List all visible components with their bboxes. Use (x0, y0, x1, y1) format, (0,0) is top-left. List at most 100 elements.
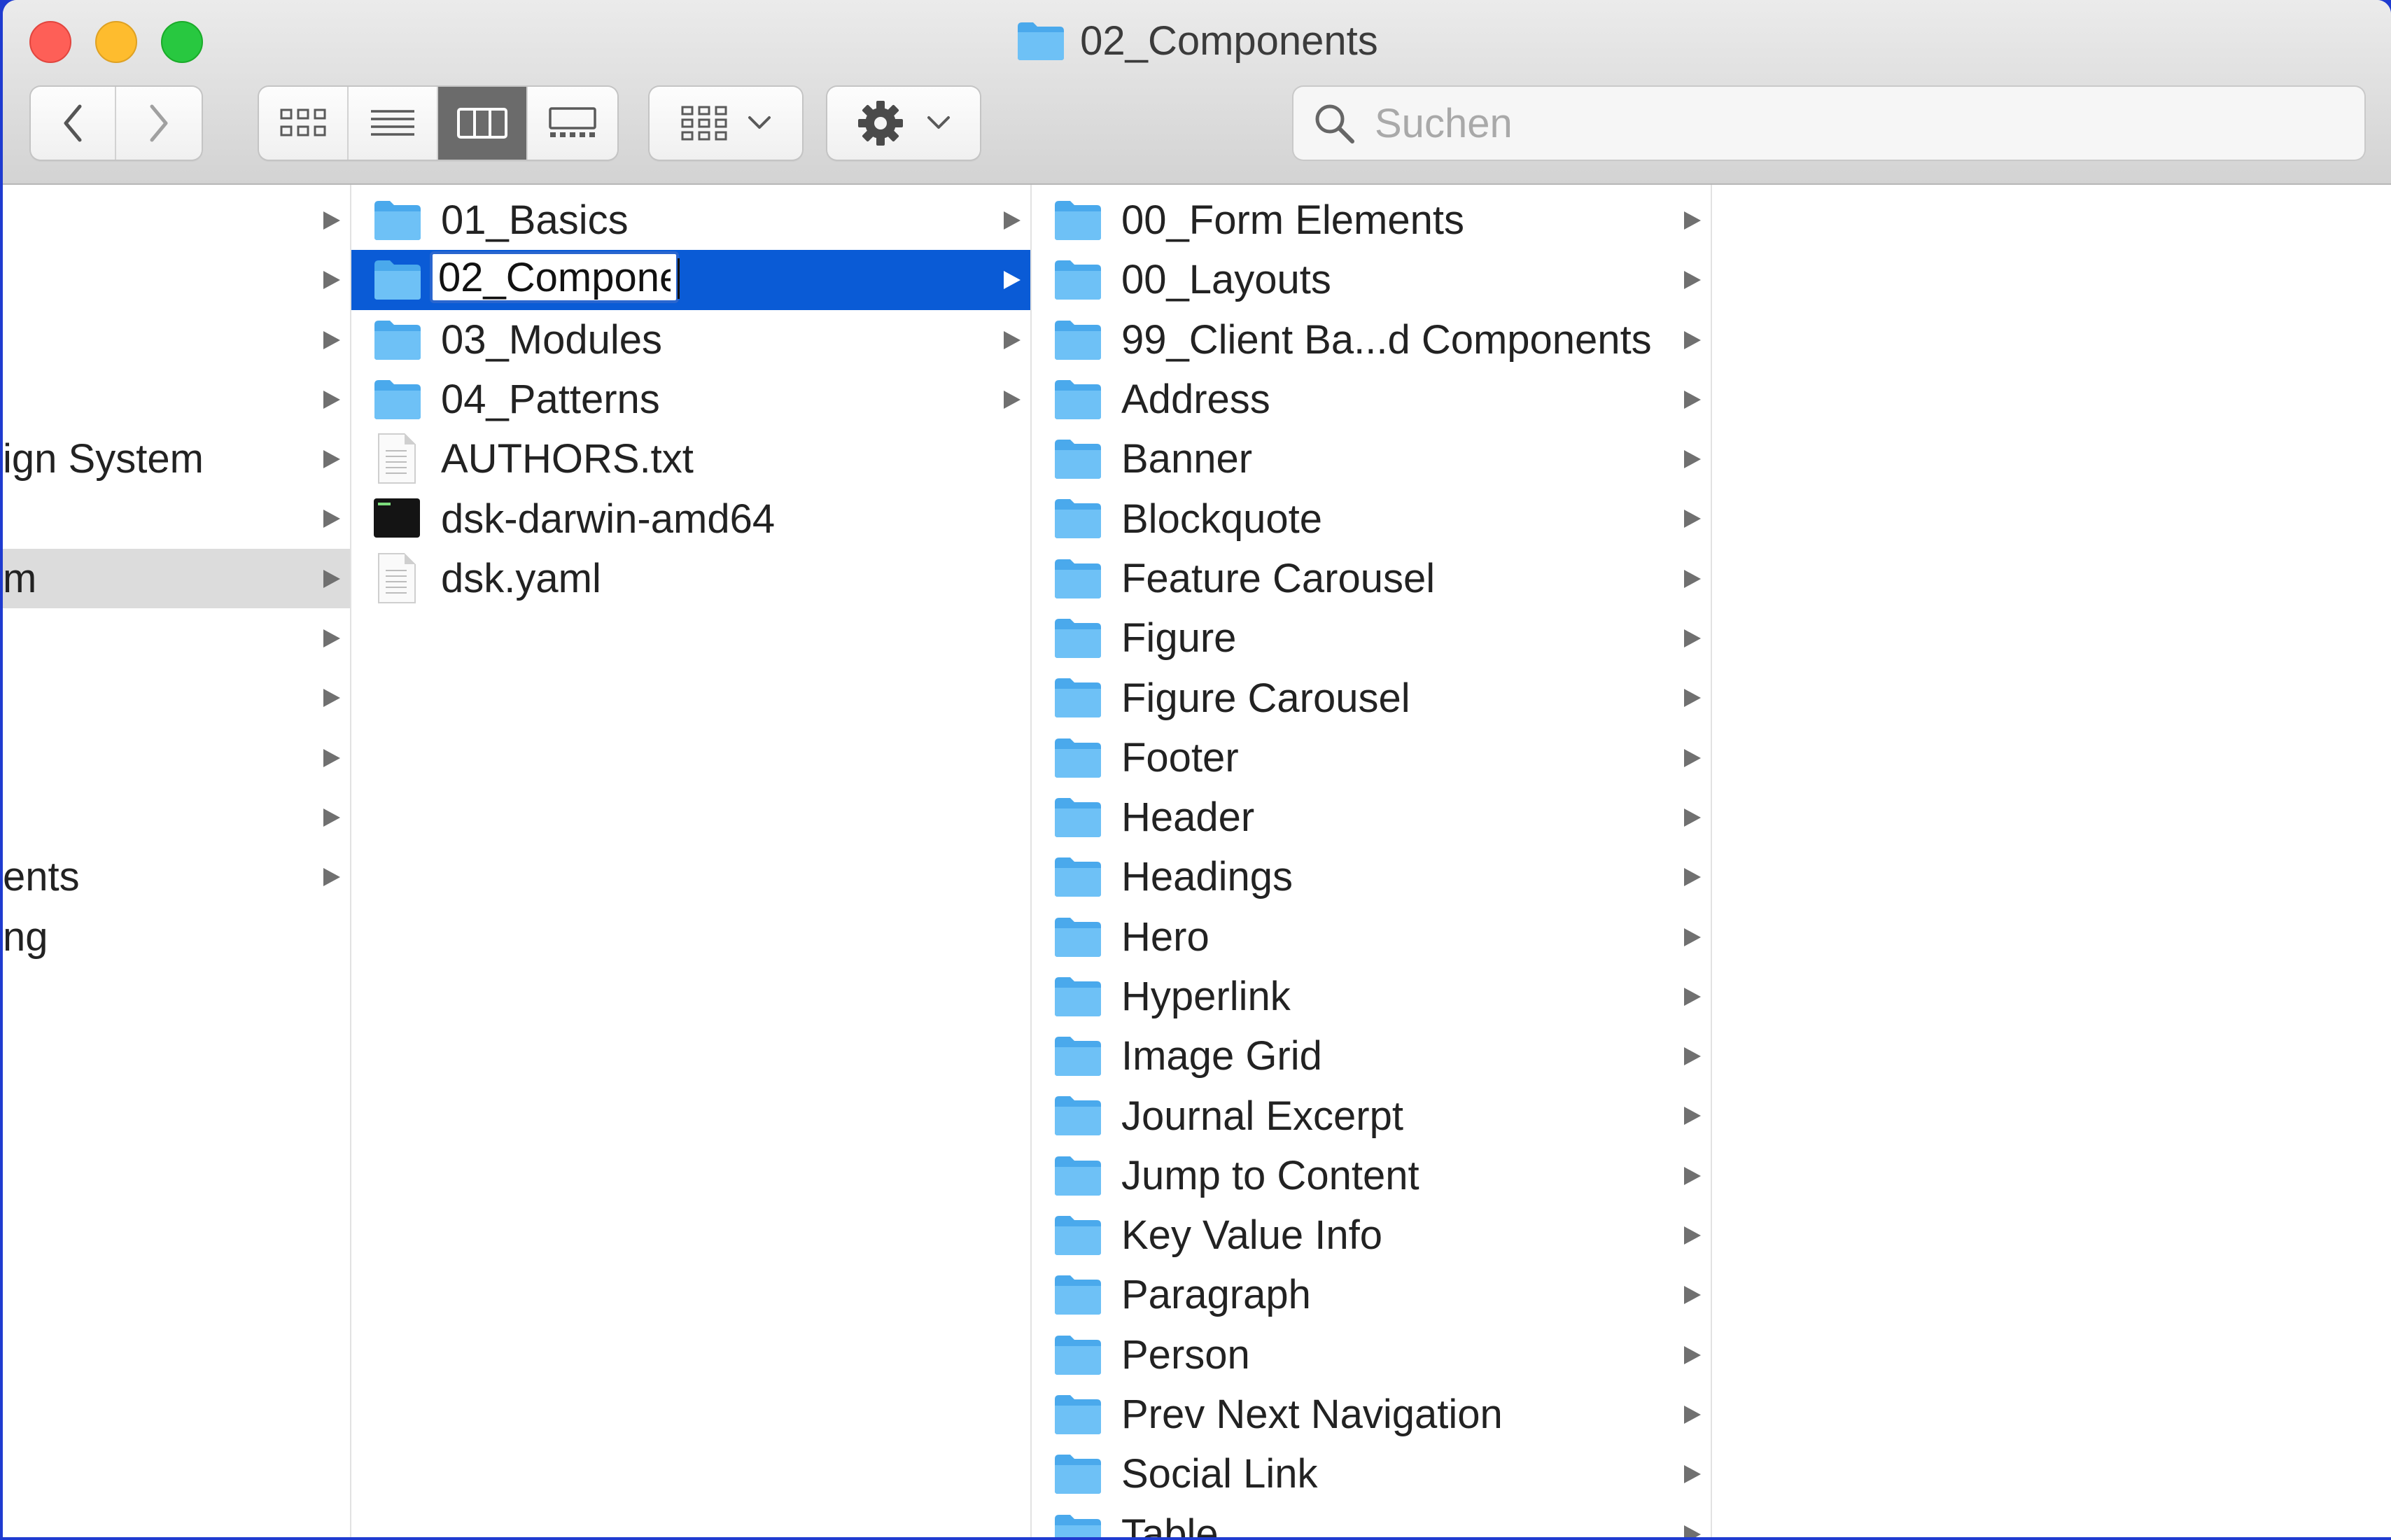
folder-item[interactable]: Paragraph (1032, 1265, 1711, 1324)
forward-button[interactable] (116, 87, 202, 160)
parent-list-item[interactable]: ng (3, 907, 350, 967)
folder-icon (1055, 1455, 1101, 1494)
folder-icon (1055, 1096, 1101, 1136)
disclosure-arrow-icon (1684, 868, 1701, 887)
folder-item[interactable]: Image Grid (1032, 1026, 1711, 1086)
column-current[interactable]: 01_Basics 03_Modules 04_Patterns AUTHORS.tx… (351, 185, 1032, 1537)
back-button[interactable] (31, 87, 116, 160)
item-label: Key Value Info (1121, 1212, 1382, 1259)
view-mode-buttons (259, 87, 617, 160)
item-label: Address (1121, 377, 1270, 423)
folder-item[interactable]: 03_Modules (351, 310, 1030, 370)
parent-list-item[interactable] (3, 250, 350, 309)
column-parent[interactable]: ign System m ents ng (3, 185, 351, 1537)
column-children[interactable]: 00_Form Elements 00_Layouts 99_Client Ba..… (1032, 185, 1712, 1537)
parent-list-item[interactable] (3, 608, 350, 668)
folder-item[interactable] (351, 250, 1030, 310)
column-empty[interactable] (1712, 185, 2391, 1537)
folder-item[interactable]: Prev Next Navigation (1032, 1385, 1711, 1444)
folder-item[interactable]: Header (1032, 788, 1711, 847)
folder-icon (374, 379, 421, 419)
folder-item[interactable]: Hero (1032, 907, 1711, 967)
folder-icon (1055, 1216, 1101, 1256)
folder-item[interactable]: Table (1032, 1504, 1711, 1537)
icon-view-button[interactable] (259, 87, 349, 160)
item-label: Hero (1121, 913, 1209, 960)
folder-item[interactable]: Footer (1032, 728, 1711, 788)
item-label: ng (3, 913, 48, 960)
folder-item[interactable]: Blockquote (1032, 489, 1711, 548)
chevron-left-icon (64, 104, 82, 142)
folder-item[interactable]: Jump to Content (1032, 1146, 1711, 1205)
parent-list-item[interactable]: ents (3, 847, 350, 906)
folder-item[interactable]: Figure (1032, 608, 1711, 668)
folder-item[interactable]: Key Value Info (1032, 1205, 1711, 1265)
disclosure-arrow-icon (323, 868, 340, 887)
folder-icon (374, 201, 421, 240)
disclosure-arrow-icon (1684, 689, 1701, 708)
action-menu-button[interactable] (827, 87, 980, 160)
window-title: 02_Components (1080, 18, 1378, 64)
item-label: 00_Layouts (1121, 257, 1331, 303)
folder-icon (1055, 1335, 1101, 1375)
folder-item[interactable]: Person (1032, 1325, 1711, 1385)
group-by-button[interactable] (650, 87, 802, 160)
group-by-control[interactable] (650, 87, 802, 160)
folder-icon (1055, 976, 1101, 1016)
parent-list-item[interactable] (3, 489, 350, 548)
navigation-buttons (31, 87, 202, 160)
folder-item[interactable]: Banner (1032, 429, 1711, 489)
folder-item[interactable]: 00_Form Elements (1032, 190, 1711, 250)
folder-item[interactable]: Journal Excerpt (1032, 1086, 1711, 1145)
disclosure-arrow-icon (1684, 390, 1701, 409)
folder-icon (1055, 858, 1101, 897)
item-label: Blockquote (1121, 496, 1322, 542)
disclosure-arrow-icon (1684, 1226, 1701, 1245)
folder-item[interactable]: Headings (1032, 847, 1711, 906)
parent-list-item[interactable] (3, 728, 350, 788)
parent-list-item[interactable] (3, 370, 350, 429)
folder-icon (1055, 738, 1101, 778)
file-item[interactable]: dsk-darwin-amd64 (351, 489, 1030, 548)
parent-list-item[interactable]: m (3, 548, 350, 609)
action-menu-control[interactable] (827, 87, 980, 160)
folder-item[interactable]: Address (1032, 370, 1711, 429)
column-view-button[interactable] (438, 87, 528, 160)
disclosure-arrow-icon (323, 569, 340, 588)
search-input[interactable] (1373, 99, 2286, 148)
item-label: 01_Basics (441, 197, 629, 244)
disclosure-arrow-icon (1684, 211, 1701, 230)
item-label: dsk.yaml (441, 555, 601, 601)
item-label: AUTHORS.txt (441, 436, 694, 482)
disclosure-arrow-icon (1684, 569, 1701, 588)
gallery-view-button[interactable] (528, 87, 617, 160)
folder-item[interactable]: 00_Layouts (1032, 250, 1711, 309)
disclosure-arrow-icon (323, 510, 340, 528)
folder-item[interactable]: Hyperlink (1032, 967, 1711, 1026)
search-field[interactable] (1293, 87, 2364, 160)
file-item[interactable]: AUTHORS.txt (351, 429, 1030, 489)
file-item[interactable]: dsk.yaml (351, 549, 1030, 608)
item-label: m (3, 555, 37, 601)
item-label: Feature Carousel (1121, 555, 1436, 601)
folder-item[interactable]: Figure Carousel (1032, 668, 1711, 727)
parent-list-item[interactable] (3, 310, 350, 370)
folder-item[interactable]: 04_Patterns (351, 370, 1030, 429)
list-view-button[interactable] (349, 87, 438, 160)
title-bar: 02_Components (3, 0, 2391, 185)
parent-list-item[interactable] (3, 788, 350, 847)
disclosure-arrow-icon (323, 808, 340, 827)
folder-item[interactable]: 99_Client Ba...d Components (1032, 310, 1711, 370)
parent-list-item[interactable]: ign System (3, 429, 350, 489)
disclosure-arrow-icon (1684, 1405, 1701, 1424)
folder-item[interactable]: 01_Basics (351, 190, 1030, 250)
parent-list-item[interactable] (3, 190, 350, 250)
folder-item[interactable]: Social Link (1032, 1444, 1711, 1504)
folder-icon (1055, 1156, 1101, 1196)
rename-field[interactable] (430, 251, 679, 304)
parent-list-item[interactable] (3, 668, 350, 727)
disclosure-arrow-icon (1684, 1107, 1701, 1126)
folder-icon (1055, 1037, 1101, 1077)
folder-item[interactable]: Feature Carousel (1032, 549, 1711, 608)
disclosure-arrow-icon (1684, 748, 1701, 767)
